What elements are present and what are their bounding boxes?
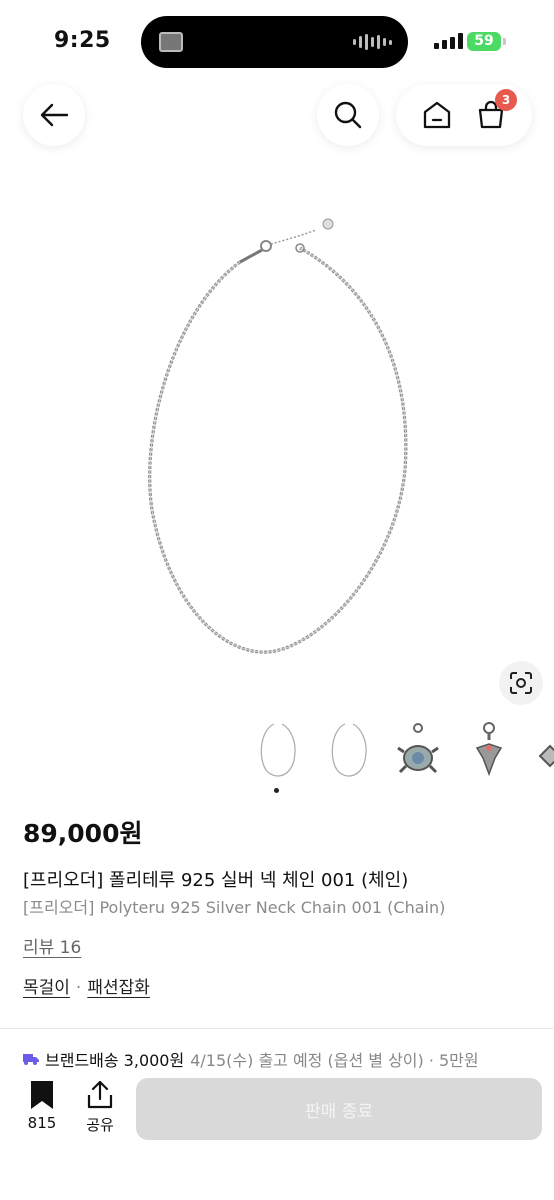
product-price: 89,000원 (23, 819, 143, 848)
share-button[interactable]: 공유 (80, 1080, 120, 1135)
like-button[interactable]: 815 (22, 1080, 62, 1132)
thumbnail-angel-charm[interactable] (459, 718, 523, 788)
sold-out-button[interactable]: 판매 종료 (136, 1078, 542, 1140)
category-link-fashion-goods[interactable]: 패션잡화 (87, 978, 150, 998)
back-button[interactable] (23, 84, 85, 146)
home-icon (423, 101, 451, 129)
cart-button[interactable]: 3 (471, 89, 517, 135)
category-breadcrumb: 목걸이 · 패션잡화 (23, 973, 150, 998)
bottom-action-bar: 815 공유 판매 종료 (0, 1068, 554, 1200)
thumbnail-turtle-charm[interactable] (388, 718, 452, 788)
status-bar: 9:25 59 (0, 0, 554, 70)
battery-indicator: 59 (467, 32, 501, 51)
dynamic-island (141, 16, 408, 68)
necklace-image (148, 218, 408, 654)
media-thumbnail-icon (159, 32, 183, 52)
visual-search-button[interactable] (499, 661, 543, 705)
battery-tip (503, 38, 506, 45)
gallery-page-indicator (274, 788, 279, 793)
arrow-left-icon (40, 103, 69, 127)
home-button[interactable] (417, 95, 457, 135)
bookmark-icon (31, 1081, 53, 1109)
product-main-image[interactable] (0, 170, 554, 710)
section-divider (0, 1028, 554, 1029)
product-title-en: [프리오더] Polyteru 925 Silver Neck Chain 00… (23, 898, 446, 917)
category-separator: · (75, 978, 82, 998)
share-icon (87, 1080, 113, 1109)
home-cart-group: 3 (396, 84, 532, 146)
product-title-ko: [프리오더] 폴리테루 925 실버 넥 체인 001 (체인) (23, 870, 409, 891)
image-thumbnail-strip (246, 718, 554, 798)
share-label: 공유 (86, 1116, 114, 1134)
cart-count-badge: 3 (495, 89, 517, 111)
lens-scan-icon (510, 672, 532, 694)
delivery-truck-icon (23, 1054, 39, 1065)
audio-wave-icon (353, 34, 392, 50)
status-time: 9:25 (54, 28, 111, 53)
like-count: 815 (27, 1114, 57, 1132)
thumbnail-chain-1[interactable] (246, 718, 310, 788)
thumbnail-diamond-charm[interactable] (530, 718, 554, 788)
thumbnail-chain-2[interactable] (317, 718, 381, 788)
review-link[interactable]: 리뷰 16 (23, 933, 81, 958)
category-link-necklace[interactable]: 목걸이 (23, 978, 70, 998)
cellular-signal-icon (434, 33, 463, 49)
search-icon (334, 101, 362, 129)
search-button[interactable] (317, 84, 379, 146)
